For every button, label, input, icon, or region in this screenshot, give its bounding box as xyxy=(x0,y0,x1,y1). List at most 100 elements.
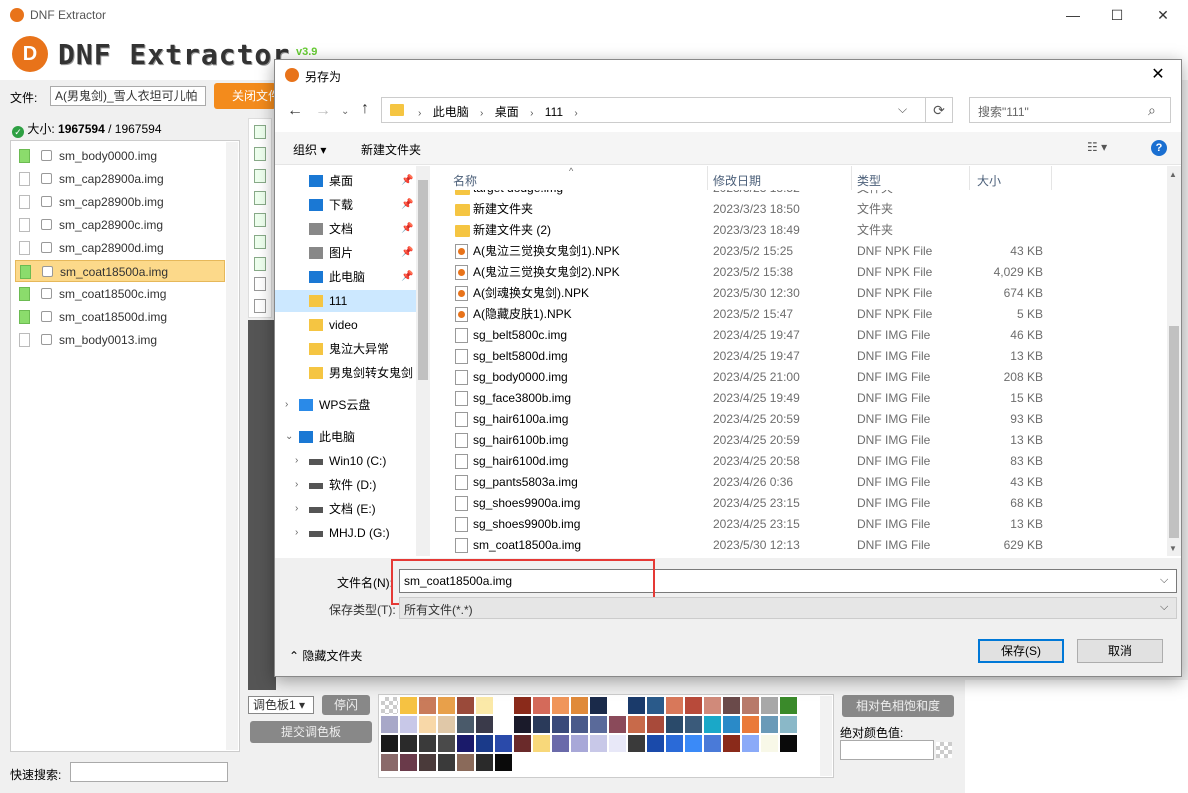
table-row[interactable]: sg_face3800b.img 2023/4/25 19:49 DNF IMG F… xyxy=(443,388,1165,409)
color-swatch[interactable] xyxy=(761,697,778,714)
color-swatch[interactable] xyxy=(381,697,398,714)
breadcrumb-111[interactable]: 111 xyxy=(545,105,563,119)
frame-list[interactable] xyxy=(248,118,272,318)
table-row[interactable]: sg_hair6100b.img 2023/4/25 20:59 DNF IMG F… xyxy=(443,430,1165,451)
table-row[interactable]: 新建文件夹 2023/3/23 18:50 文件夹 xyxy=(443,199,1165,220)
color-swatch[interactable] xyxy=(457,697,474,714)
color-swatch[interactable] xyxy=(419,735,436,752)
chevron-right-icon[interactable]: › xyxy=(295,474,298,496)
nav-section[interactable]: › WPS云盘 xyxy=(275,394,416,416)
color-swatch[interactable] xyxy=(438,735,455,752)
color-swatch[interactable] xyxy=(476,735,493,752)
up-arrow-icon[interactable]: ↑ xyxy=(361,100,369,118)
color-swatch[interactable] xyxy=(685,735,702,752)
table-row[interactable]: target dodge.img 2023/3/23 18:52 文件夹 xyxy=(443,190,1165,199)
absolute-color-input[interactable] xyxy=(840,740,934,760)
list-item[interactable]: sm_cap28900b.img xyxy=(15,191,225,213)
table-row[interactable]: sg_belt5800d.img 2023/4/25 19:47 DNF IMG F… xyxy=(443,346,1165,367)
table-row[interactable]: A(鬼泣三觉换女鬼剑2).NPK 2023/5/2 15:38 DNF NPK Fi… xyxy=(443,262,1165,283)
checkbox[interactable] xyxy=(41,196,52,207)
close-window-button[interactable]: ✕ xyxy=(1140,0,1186,30)
new-folder-button[interactable]: 新建文件夹 xyxy=(361,141,421,158)
column-date[interactable]: 修改日期 xyxy=(713,172,761,189)
nav-section[interactable]: › 软件 (D:) xyxy=(275,474,416,496)
file-list-scroll-thumb[interactable] xyxy=(1169,326,1179,538)
color-swatch[interactable] xyxy=(666,716,683,733)
color-swatch[interactable] xyxy=(419,697,436,714)
relative-hue-saturation-button[interactable]: 相对色相饱和度 xyxy=(842,695,954,717)
nav-item[interactable]: 111 xyxy=(275,290,416,312)
color-swatch[interactable] xyxy=(742,716,759,733)
color-swatch[interactable] xyxy=(780,697,797,714)
img-file-list[interactable]: sm_body0000.img sm_cap28900a.img sm_cap289… xyxy=(10,140,240,752)
color-swatch[interactable] xyxy=(628,716,645,733)
list-item[interactable]: sm_body0013.img xyxy=(15,329,225,351)
breadcrumb-this-pc[interactable]: 此电脑 xyxy=(433,105,469,119)
list-item[interactable]: sm_cap28900a.img xyxy=(15,168,225,190)
checkbox[interactable] xyxy=(41,288,52,299)
frame-icon[interactable] xyxy=(254,235,266,249)
color-swatch[interactable] xyxy=(723,735,740,752)
checkbox[interactable] xyxy=(41,242,52,253)
checkbox[interactable] xyxy=(41,219,52,230)
list-item[interactable]: sm_coat18500c.img xyxy=(15,283,225,305)
dialog-close-button[interactable]: ✕ xyxy=(1135,60,1181,90)
color-swatch[interactable] xyxy=(495,716,512,733)
color-swatch[interactable] xyxy=(628,735,645,752)
palette-swatches[interactable] xyxy=(378,694,834,778)
color-swatch[interactable] xyxy=(761,735,778,752)
chevron-down-icon[interactable]: ⌵ xyxy=(1160,574,1168,587)
help-icon[interactable]: ? xyxy=(1151,140,1167,156)
color-swatch[interactable] xyxy=(495,735,512,752)
minimize-button[interactable]: — xyxy=(1050,0,1096,30)
color-swatch[interactable] xyxy=(590,697,607,714)
file-path-field[interactable]: A(男鬼剑)_雪人衣坦可儿帕 xyxy=(50,86,206,106)
color-swatch[interactable] xyxy=(723,716,740,733)
color-swatch[interactable] xyxy=(666,697,683,714)
navigation-pane[interactable]: 桌面 📌 下载 📌 文档 📌 图片 📌 此电脑 📌 111 video 鬼泣大异常 男鬼剑转女鬼剑 › WPS… xyxy=(275,166,429,556)
table-row[interactable]: sm_coat18500a.img 2023/5/30 12:13 DNF IMG … xyxy=(443,535,1165,556)
save-button[interactable]: 保存(S) xyxy=(978,639,1064,663)
color-swatch[interactable] xyxy=(552,697,569,714)
recent-locations-icon[interactable]: ⌄ xyxy=(341,106,349,117)
chevron-right-icon[interactable]: › xyxy=(295,450,298,472)
list-item[interactable]: sm_coat18500d.img xyxy=(15,306,225,328)
color-swatch[interactable] xyxy=(400,735,417,752)
color-swatch[interactable] xyxy=(533,697,550,714)
color-swatch[interactable] xyxy=(609,716,626,733)
back-arrow-icon[interactable]: ← xyxy=(287,102,303,120)
nav-pane-scroll-thumb[interactable] xyxy=(418,180,428,380)
nav-item[interactable]: 男鬼剑转女鬼剑 xyxy=(275,362,416,384)
table-row[interactable]: A(隐藏皮肤1).NPK 2023/5/2 15:47 DNF NPK File 5 … xyxy=(443,304,1165,325)
table-row[interactable]: A(鬼泣三觉换女鬼剑1).NPK 2023/5/2 15:25 DNF NPK Fi… xyxy=(443,241,1165,262)
organize-button[interactable]: 组织 ▾ xyxy=(293,141,326,158)
list-item[interactable]: sm_coat18500a.img xyxy=(15,260,225,282)
color-swatch[interactable] xyxy=(514,716,531,733)
color-swatch[interactable] xyxy=(457,716,474,733)
checkbox[interactable] xyxy=(41,173,52,184)
column-type[interactable]: 类型 xyxy=(857,172,881,189)
save-type-select[interactable]: 所有文件(*.*) ⌵ xyxy=(399,597,1177,619)
color-swatch[interactable] xyxy=(647,697,664,714)
refresh-icon[interactable]: ⟳ xyxy=(925,97,953,123)
file-list-scrollbar[interactable] xyxy=(226,142,238,750)
nav-item[interactable]: 桌面 📌 xyxy=(275,170,416,192)
chevron-right-icon[interactable]: › xyxy=(285,394,288,416)
color-swatch[interactable] xyxy=(495,754,512,771)
color-swatch[interactable] xyxy=(533,735,550,752)
close-file-button[interactable]: 关闭文件 xyxy=(214,83,276,109)
color-swatch[interactable] xyxy=(438,697,455,714)
nav-section[interactable]: ⌄ 此电脑 xyxy=(275,426,416,448)
column-size[interactable]: 大小 xyxy=(977,172,1001,189)
color-swatch[interactable] xyxy=(571,735,588,752)
maximize-button[interactable]: ☐ xyxy=(1094,0,1140,30)
file-table[interactable]: target dodge.img2023/3/23 18:52文件夹新建文件夹2… xyxy=(443,190,1165,556)
color-swatch[interactable] xyxy=(742,735,759,752)
chevron-right-icon[interactable]: › xyxy=(295,522,298,544)
chevron-right-icon[interactable]: › xyxy=(295,498,298,520)
nav-section[interactable]: › MHJ.D (G:) xyxy=(275,522,416,544)
color-swatch[interactable] xyxy=(438,754,455,771)
nav-item[interactable]: video xyxy=(275,314,416,336)
color-swatch[interactable] xyxy=(552,716,569,733)
color-swatch[interactable] xyxy=(457,754,474,771)
